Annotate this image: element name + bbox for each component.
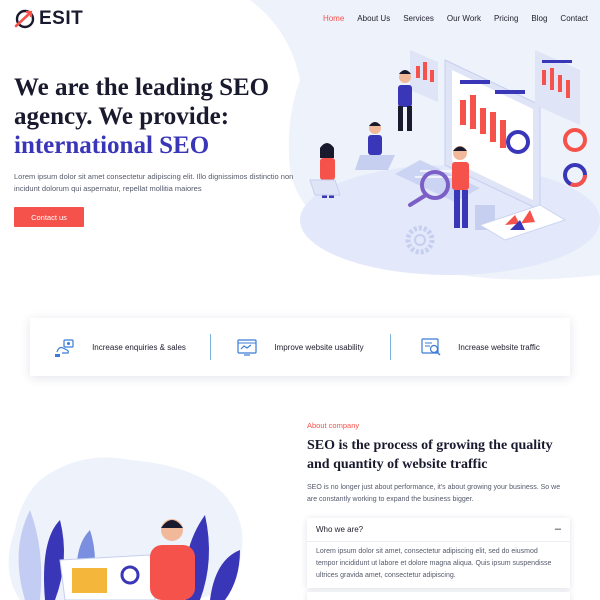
about-description: SEO is no longer just about performance,… — [307, 484, 561, 503]
main-nav: Home About Us Services Our Work Pricing … — [323, 14, 588, 23]
usability-icon — [237, 339, 257, 356]
accordion-title: Who we are? — [316, 525, 364, 534]
person-illustration-3 — [309, 143, 341, 198]
logo-text: ESIT — [39, 8, 84, 29]
feature-usability: Improve website usability — [210, 318, 390, 376]
hero-illustration — [300, 50, 600, 275]
hero-title: We are the leading SEO agency. We provid… — [14, 73, 304, 160]
feature-label: Increase enquiries & sales — [92, 342, 186, 352]
feature-enquiries: Increase enquiries & sales — [30, 318, 210, 376]
about-title: SEO is the process of growing the qualit… — [307, 438, 553, 472]
features-bar: Increase enquiries & sales Improve websi… — [30, 318, 570, 376]
enquiries-icon — [55, 339, 74, 357]
nav-home[interactable]: Home — [323, 14, 344, 23]
accordion-next[interactable] — [307, 592, 570, 600]
collapse-icon[interactable]: – — [555, 524, 561, 535]
hero-title-accent: international SEO — [14, 132, 210, 159]
about-illustration — [8, 457, 243, 600]
person-illustration-2 — [355, 122, 395, 170]
nav-our-work[interactable]: Our Work — [447, 14, 481, 23]
person-illustration-1 — [398, 70, 412, 131]
logo-icon — [14, 9, 35, 29]
nav-pricing[interactable]: Pricing — [494, 14, 518, 23]
logo[interactable]: ESIT — [14, 8, 83, 30]
hero-title-line2: agency. We provide: — [14, 103, 230, 130]
about-kicker: About company — [307, 421, 360, 430]
nav-services[interactable]: Services — [403, 14, 434, 23]
nav-contact[interactable]: Contact — [560, 14, 588, 23]
accordion-header[interactable]: Who we are? – — [307, 518, 570, 542]
accordion-body: Lorem ipsum dolor sit amet, consectetur … — [316, 548, 552, 579]
nav-about-us[interactable]: About Us — [357, 14, 390, 23]
hero-description: Lorem ipsum dolor sit amet consectetur a… — [14, 172, 294, 193]
contact-us-button[interactable]: Contact us — [14, 207, 84, 227]
hero-title-line1: We are the leading SEO — [14, 74, 270, 101]
feature-label: Improve website usability — [274, 342, 364, 352]
accordion-who-we-are: Who we are? – Lorem ipsum dolor sit amet… — [307, 518, 570, 588]
feature-traffic: Increase website traffic — [390, 318, 570, 376]
traffic-icon — [421, 338, 441, 356]
nav-blog[interactable]: Blog — [531, 14, 547, 23]
feature-label: Increase website traffic — [458, 342, 540, 352]
